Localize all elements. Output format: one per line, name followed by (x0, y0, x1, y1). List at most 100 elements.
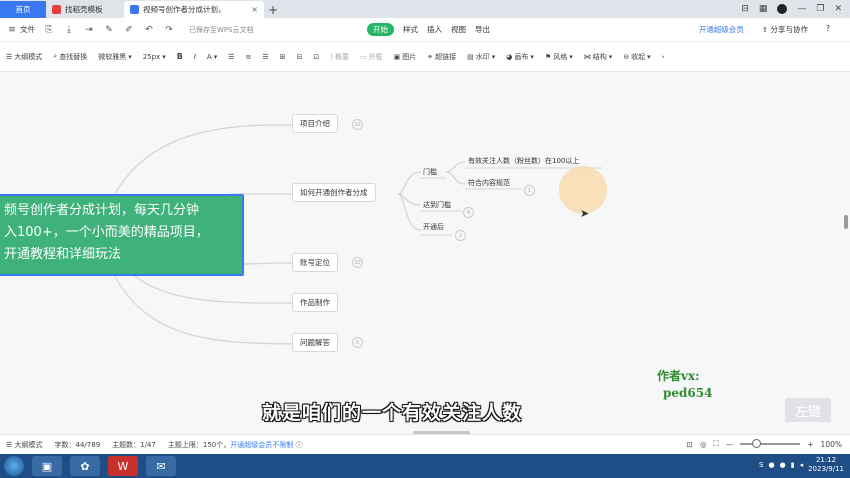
volume-icon[interactable]: ◂ (800, 461, 804, 469)
zoom-out-icon[interactable]: — (726, 440, 734, 449)
chevron-down-icon: ▾ (569, 52, 573, 61)
subtopic-after-open[interactable]: 开通后 (423, 222, 444, 232)
topic-count: 主题数：1/47 (112, 440, 156, 449)
vertical-scrollbar[interactable] (844, 215, 848, 229)
tab-template[interactable]: 找稻壳模板 (46, 1, 124, 18)
hamburger-icon: ≡ (8, 24, 16, 35)
tab-document[interactable]: 视频号创作者分成计划， × (124, 1, 264, 18)
font-size-select[interactable]: 25px ▾ (143, 53, 166, 61)
new-tab-button[interactable]: + (264, 1, 282, 18)
outer-frame-button[interactable]: ▭ 外框 (360, 52, 383, 62)
bold-button[interactable]: B (177, 52, 183, 61)
taskbar-app-window-icon[interactable]: ▣ (32, 456, 62, 476)
leaf-content-guidelines[interactable]: 符合内容规范 (468, 178, 510, 188)
child-count-badge[interactable]: 10 (352, 119, 363, 130)
branch-account-positioning[interactable]: 账号定位 (292, 253, 338, 272)
font-select[interactable]: 微软雅黑 ▾ (98, 52, 132, 62)
italic-button[interactable]: I (194, 53, 196, 61)
save-icon[interactable]: ⎘ (43, 25, 55, 35)
file-menu[interactable]: ≡ 文件 (6, 24, 35, 35)
zoom-controls: ⊡ ◎ ⛶ — + 100% (687, 439, 842, 449)
download-icon[interactable]: ⤓ (63, 25, 75, 35)
connector-line (445, 171, 466, 185)
tab-home[interactable]: 首页 (0, 1, 46, 18)
network-icon[interactable]: ▮ (791, 461, 795, 469)
redo-icon[interactable]: ↷ (163, 25, 175, 35)
video-subtitle: 就是咱们的一个有效关注人数 (262, 402, 523, 424)
minimize-icon[interactable]: — (797, 4, 806, 14)
locate-icon[interactable]: ◎ (700, 440, 707, 449)
font-size-value: 25px (142, 52, 161, 61)
more-icon[interactable]: › (662, 53, 665, 61)
zoom-in-icon[interactable]: + (807, 440, 813, 449)
share-button[interactable]: ⇪ 分享与协作 (762, 24, 808, 35)
outline-mode-button[interactable]: ☰ 大纲模式 (6, 52, 42, 62)
tab-export[interactable]: 导出 (475, 24, 490, 35)
mouse-cursor-icon: ➤ (580, 207, 590, 220)
tray-app-icon[interactable]: ● (780, 461, 786, 469)
find-replace-button[interactable]: ⌕ 查找替换 (53, 52, 87, 62)
insert-parent-icon[interactable]: ⊡ (313, 53, 319, 61)
child-count-badge[interactable]: 2 (455, 230, 466, 241)
tab-style[interactable]: 样式 (403, 24, 418, 35)
watermark-icon: ▤ (467, 52, 474, 61)
undo-icon[interactable]: ↶ (143, 25, 155, 35)
leaf-follower-count[interactable]: 有效关注人数（粉丝数）在100以上 (468, 156, 579, 166)
branch-faq[interactable]: 问题解答 (292, 333, 338, 352)
taskbar-app-wps-icon[interactable]: W (108, 456, 138, 476)
tab-view[interactable]: 视图 (451, 24, 466, 35)
avatar[interactable] (777, 4, 788, 14)
canvas-button[interactable]: ◕ 画布 ▾ (506, 52, 534, 62)
start-button-icon[interactable] (4, 456, 24, 476)
input-method-icon[interactable]: S (759, 461, 763, 469)
font-color-button[interactable]: A ▾ (207, 53, 217, 61)
style-button[interactable]: ⚑ 风格 ▾ (545, 52, 573, 62)
layout-icon[interactable]: ⊟ (741, 4, 749, 14)
insert-child-icon[interactable]: ⊞ (280, 53, 286, 61)
word-count: 字数：44/789 (54, 440, 101, 449)
structure-button[interactable]: ⋈ 结构 ▾ (584, 52, 613, 62)
format-painter-icon[interactable]: ✎ (103, 25, 115, 35)
close-tab-icon[interactable]: × (251, 5, 258, 14)
vip-link[interactable]: 开通超级会员 (699, 24, 744, 35)
tab-insert[interactable]: 插入 (427, 24, 442, 35)
child-count-badge[interactable]: 4 (463, 207, 474, 218)
watermark-button[interactable]: ▤ 水印 ▾ (467, 52, 495, 62)
tray-app-icon[interactable]: ● (769, 461, 775, 469)
subtopic-reach-threshold[interactable]: 达到门槛 (423, 200, 451, 210)
window-controls: ⊟ ▦ — ❐ ✕ (741, 0, 850, 18)
export-icon[interactable]: ⇥ (83, 25, 95, 35)
child-count-badge[interactable]: 6 (352, 337, 363, 348)
collapse-button[interactable]: ⊖ 收起 ▾ (623, 52, 650, 62)
outline-mode-status[interactable]: ☰ 大纲模式 (6, 440, 43, 450)
taskbar-app-wechat-icon[interactable]: ✉ (146, 456, 176, 476)
image-button[interactable]: ▣ 图片 (394, 52, 417, 62)
hyperlink-button[interactable]: ⚭ 超链接 (427, 52, 456, 62)
close-window-icon[interactable]: ✕ (834, 4, 842, 14)
insert-sibling-icon[interactable]: ⊟ (297, 53, 303, 61)
align-right-icon[interactable]: ☰ (262, 53, 268, 61)
tab-start[interactable]: 开始 (367, 23, 394, 36)
fit-view-icon[interactable]: ⊡ (687, 440, 693, 449)
zoom-slider-knob[interactable] (752, 439, 762, 448)
subtopic-threshold[interactable]: 门槛 (423, 167, 437, 177)
fullscreen-icon[interactable]: ⛶ (714, 439, 719, 449)
vip-unlimited-link[interactable]: 开通超级会员不限制 (230, 441, 293, 449)
branch-project-intro[interactable]: 项目介绍 (292, 114, 338, 133)
zoom-slider[interactable] (740, 439, 801, 448)
root-topic[interactable]: 频号创作者分成计划，每天几分钟 入100+，一个小而美的精品项目， 开通教程和详… (0, 194, 244, 276)
branch-content-creation[interactable]: 作品制作 (292, 293, 338, 312)
system-clock[interactable]: 21:12 2023/9/11 (808, 456, 844, 474)
help-icon[interactable]: ? (826, 24, 830, 35)
pen-icon[interactable]: ✐ (123, 25, 135, 35)
align-center-icon[interactable]: ≡ (246, 53, 252, 61)
child-count-badge[interactable]: 1 (524, 185, 535, 196)
summary-button[interactable]: ) 概要 (330, 52, 349, 62)
taskbar-app-browser-icon[interactable]: ✿ (70, 456, 100, 476)
restore-icon[interactable]: ❐ (816, 4, 824, 14)
apps-grid-icon[interactable]: ▦ (759, 4, 768, 14)
branch-how-to-open[interactable]: 如何开通创作者分成 (292, 183, 376, 202)
mindmap-canvas[interactable]: 项目介绍 10 如何开通创作者分成 账号定位 10 作品制作 问题解答 6 门槛… (0, 72, 850, 434)
child-count-badge[interactable]: 10 (352, 257, 363, 268)
align-left-icon[interactable]: ☰ (228, 53, 234, 61)
